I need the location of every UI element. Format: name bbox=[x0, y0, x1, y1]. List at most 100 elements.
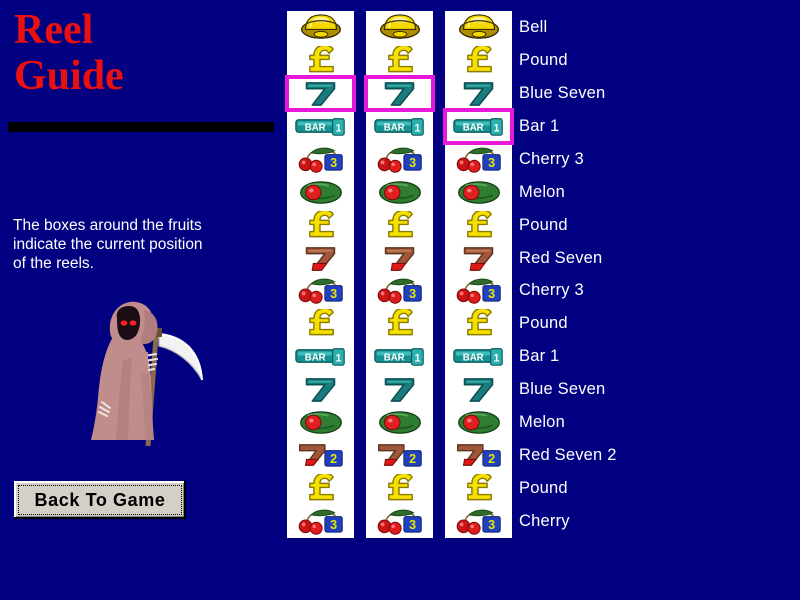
bell-icon bbox=[292, 13, 350, 42]
symbol-label-15: Pound bbox=[519, 479, 568, 498]
cherry-3-icon: 3 bbox=[371, 507, 429, 536]
reel-cell-2-1 bbox=[366, 11, 433, 44]
cherry-3-icon: 3 bbox=[371, 276, 429, 305]
cherry-3-icon: 3 bbox=[292, 276, 350, 305]
reel-cell-1-6 bbox=[287, 176, 354, 209]
symbol-label-5: Cherry 3 bbox=[519, 149, 584, 168]
melon-icon bbox=[371, 178, 429, 207]
symbol-label-7: Pound bbox=[519, 215, 568, 234]
reel-cell-3-11: BAR 1 bbox=[445, 340, 512, 373]
title-divider bbox=[8, 122, 274, 132]
reel-cell-2-8 bbox=[366, 242, 433, 275]
reel-cell-3-10 bbox=[445, 307, 512, 340]
reel-cell-3-14: 2 bbox=[445, 439, 512, 472]
red-seven-icon bbox=[292, 244, 350, 273]
pound-icon bbox=[292, 210, 350, 240]
cherry-3-icon: 3 bbox=[292, 145, 350, 174]
cherry-3-icon: 3 bbox=[450, 145, 508, 174]
reel-cell-2-13 bbox=[366, 406, 433, 439]
reel-cell-3-13 bbox=[445, 406, 512, 439]
svg-text:3: 3 bbox=[409, 288, 416, 302]
pound-icon bbox=[371, 474, 429, 503]
reel-cell-1-13 bbox=[287, 406, 354, 439]
cherry-3-icon: 3 bbox=[450, 276, 508, 305]
reel-cell-2-2 bbox=[366, 44, 433, 77]
symbol-label-11: Bar 1 bbox=[519, 347, 560, 366]
reel-cell-3-7 bbox=[445, 209, 512, 242]
reel-cell-3-5: 3 bbox=[445, 143, 512, 176]
symbol-label-14: Red Seven 2 bbox=[519, 446, 617, 465]
red-seven-2-icon: 2 bbox=[450, 441, 508, 470]
melon-icon bbox=[450, 408, 508, 437]
melon-icon bbox=[450, 178, 508, 207]
bell-icon bbox=[371, 13, 429, 42]
symbol-label-13: Melon bbox=[519, 413, 565, 432]
reel-cell-3-3 bbox=[445, 77, 512, 110]
melon-icon bbox=[292, 408, 350, 437]
bell-icon bbox=[450, 13, 508, 42]
reel-strip-2[interactable]: BAR 1 3 3 BAR 1 2 3 bbox=[364, 11, 435, 538]
reel-cell-2-9: 3 bbox=[366, 275, 433, 308]
reel-cell-2-14: 2 bbox=[366, 439, 433, 472]
svg-text:3: 3 bbox=[409, 518, 416, 532]
svg-text:1: 1 bbox=[493, 353, 499, 365]
svg-text:3: 3 bbox=[330, 518, 337, 532]
red-seven-icon bbox=[371, 244, 429, 273]
bar-1-icon: BAR 1 bbox=[450, 342, 508, 371]
symbol-label-8: Red Seven bbox=[519, 248, 603, 267]
svg-text:3: 3 bbox=[488, 156, 495, 170]
reel-strip-3[interactable]: BAR 1 3 3 BAR 1 2 3 bbox=[443, 11, 514, 538]
svg-text:BAR: BAR bbox=[304, 353, 325, 364]
symbol-label-1: Bell bbox=[519, 17, 548, 36]
svg-text:1: 1 bbox=[414, 122, 420, 134]
pound-icon bbox=[450, 210, 508, 240]
reel-strip-1[interactable]: BAR 1 3 3 BAR 1 2 3 bbox=[285, 11, 356, 538]
svg-text:3: 3 bbox=[488, 288, 495, 302]
pound-icon bbox=[450, 45, 508, 75]
grim-reaper-icon bbox=[91, 301, 203, 447]
pound-icon bbox=[371, 45, 429, 75]
svg-text:1: 1 bbox=[335, 122, 341, 134]
reel-cell-3-1 bbox=[445, 11, 512, 44]
reel-cell-2-12 bbox=[366, 373, 433, 406]
svg-text:BAR: BAR bbox=[304, 122, 325, 133]
reel-cell-1-16: 3 bbox=[287, 505, 354, 538]
symbol-label-12: Blue Seven bbox=[519, 380, 606, 399]
reel-cell-3-6 bbox=[445, 176, 512, 209]
svg-text:1: 1 bbox=[414, 353, 420, 365]
bar-1-icon: BAR 1 bbox=[371, 342, 429, 371]
blue-seven-icon bbox=[371, 375, 429, 404]
reel-cell-2-15 bbox=[366, 472, 433, 505]
reel-cell-1-4: BAR 1 bbox=[287, 110, 354, 143]
back-to-game-label: Back To Game bbox=[34, 489, 166, 510]
svg-text:BAR: BAR bbox=[462, 353, 483, 364]
red-seven-icon bbox=[450, 244, 508, 273]
bar-1-icon: BAR 1 bbox=[371, 112, 429, 141]
reel-cell-3-15 bbox=[445, 472, 512, 505]
svg-text:BAR: BAR bbox=[383, 122, 404, 133]
svg-text:2: 2 bbox=[409, 452, 416, 466]
reel-cell-1-2 bbox=[287, 44, 354, 77]
blue-seven-icon bbox=[450, 79, 508, 108]
blue-seven-icon bbox=[450, 375, 508, 404]
page-title: Reel Guide bbox=[14, 7, 124, 99]
symbol-label-10: Pound bbox=[519, 314, 568, 333]
reel-cell-1-15 bbox=[287, 472, 354, 505]
grim-reaper-illustration bbox=[60, 298, 230, 458]
pound-icon bbox=[371, 210, 429, 240]
reel-cell-1-9: 3 bbox=[287, 275, 354, 308]
reel-cell-1-3 bbox=[285, 74, 356, 112]
reel-cell-1-1 bbox=[287, 11, 354, 44]
svg-text:3: 3 bbox=[330, 288, 337, 302]
reel-cell-3-4: BAR 1 bbox=[443, 107, 514, 145]
svg-text:1: 1 bbox=[493, 122, 499, 134]
symbol-label-9: Cherry 3 bbox=[519, 281, 584, 300]
instructions-text: The boxes around the fruits indicate the… bbox=[13, 217, 203, 272]
red-seven-2-icon: 2 bbox=[371, 441, 429, 470]
melon-icon bbox=[292, 178, 350, 207]
reel-cell-2-5: 3 bbox=[366, 143, 433, 176]
svg-text:3: 3 bbox=[409, 156, 416, 170]
reel-cell-2-3 bbox=[364, 74, 435, 112]
back-to-game-button[interactable]: Back To Game bbox=[14, 481, 186, 519]
pound-icon bbox=[371, 309, 429, 338]
